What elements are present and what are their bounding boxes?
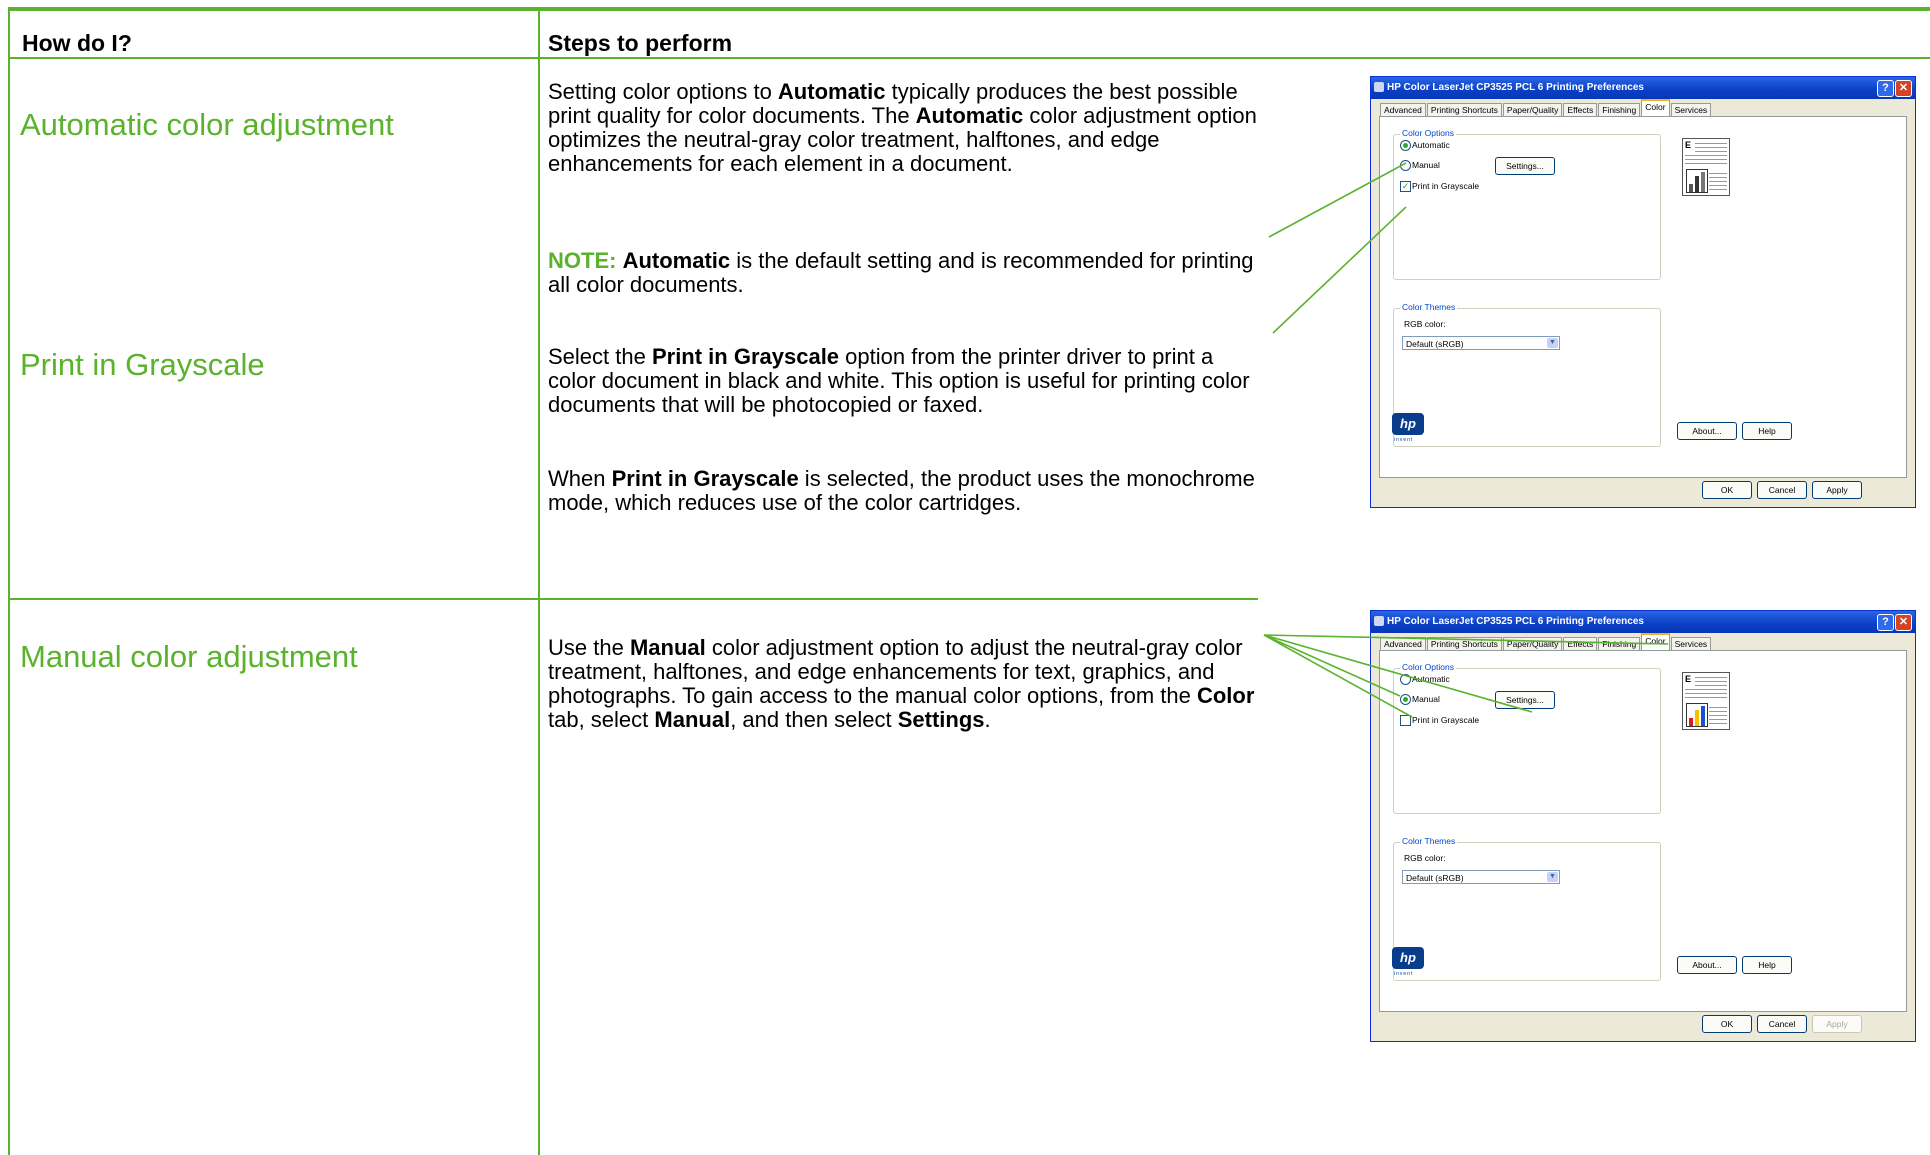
grayscale-checkbox[interactable]: ✓	[1400, 181, 1411, 192]
printing-preferences-dialog: HP Color LaserJet CP3525 PCL 6 Printing …	[1370, 76, 1916, 508]
rgb-color-value: Default (sRGB)	[1406, 873, 1464, 883]
dialog-titlebar[interactable]: HP Color LaserJet CP3525 PCL 6 Printing …	[1371, 77, 1915, 99]
close-icon[interactable]: ✕	[1895, 80, 1912, 97]
apply-button[interactable]: Apply	[1812, 481, 1862, 499]
about-button[interactable]: About...	[1677, 956, 1737, 974]
tab-color[interactable]: Color	[1641, 633, 1670, 651]
ok-button[interactable]: OK	[1702, 481, 1752, 499]
note-text: Automatic is the default setting and is …	[548, 248, 1254, 297]
automatic-note: NOTE: Automatic is the default setting a…	[548, 249, 1258, 297]
help-icon[interactable]: ?	[1877, 614, 1894, 631]
grayscale-label[interactable]: Print in Grayscale	[1412, 181, 1479, 191]
close-icon[interactable]: ✕	[1895, 614, 1912, 631]
about-button[interactable]: About...	[1677, 422, 1737, 440]
ok-button[interactable]: OK	[1702, 1015, 1752, 1033]
dialog-title: HP Color LaserJet CP3525 PCL 6 Printing …	[1387, 616, 1644, 627]
chevron-down-icon[interactable]: ▼	[1547, 872, 1558, 882]
hp-logo: hp	[1392, 413, 1424, 435]
column-header-how: How do I?	[22, 30, 132, 56]
help-icon[interactable]: ?	[1877, 80, 1894, 97]
rgb-color-label: RGB color:	[1404, 853, 1446, 863]
column-divider	[538, 7, 540, 1155]
row-divider	[8, 598, 1258, 600]
color-tab-panel: Color Options Automatic Manual Settings.…	[1379, 116, 1907, 478]
manual-label[interactable]: Manual	[1412, 160, 1440, 170]
color-tab-panel: Color Options Automatic Manual Settings.…	[1379, 650, 1907, 1012]
chevron-down-icon[interactable]: ▼	[1547, 338, 1558, 348]
tab-paper-quality[interactable]: Paper/Quality	[1502, 637, 1563, 651]
tab-effects[interactable]: Effects	[1563, 103, 1598, 117]
apply-button[interactable]: Apply	[1812, 1015, 1862, 1033]
hp-logo-tagline: invent	[1394, 437, 1414, 443]
manual-radio[interactable]	[1400, 694, 1411, 705]
color-options-group: Color Options	[1393, 128, 1661, 280]
task-automatic-color: Automatic color adjustment	[20, 107, 394, 142]
note-label: NOTE:	[548, 248, 617, 273]
tab-strip: Advanced Printing Shortcuts Paper/Quality E…	[1380, 99, 1712, 117]
manual-radio[interactable]	[1400, 160, 1411, 171]
color-options-label: Color Options	[1400, 128, 1456, 138]
tab-effects[interactable]: Effects	[1563, 637, 1598, 651]
settings-button[interactable]: Settings...	[1495, 691, 1555, 709]
tab-advanced[interactable]: Advanced	[1380, 103, 1426, 117]
color-themes-label: Color Themes	[1400, 836, 1458, 846]
rgb-color-label: RGB color:	[1404, 319, 1446, 329]
preview-letter: E	[1685, 674, 1692, 684]
automatic-radio[interactable]	[1400, 140, 1411, 151]
grayscale-label[interactable]: Print in Grayscale	[1412, 715, 1479, 725]
automatic-radio[interactable]	[1400, 674, 1411, 685]
automatic-label[interactable]: Automatic	[1412, 674, 1450, 684]
header-divider	[8, 57, 1930, 59]
preview-chart-icon	[1686, 703, 1708, 727]
grayscale-result: When Print in Grayscale is selected, the…	[548, 466, 1255, 515]
tab-services[interactable]: Services	[1670, 103, 1712, 117]
cancel-button[interactable]: Cancel	[1757, 1015, 1807, 1033]
color-options-label: Color Options	[1400, 662, 1456, 672]
printer-icon	[1374, 616, 1384, 626]
tab-printing-shortcuts[interactable]: Printing Shortcuts	[1426, 637, 1502, 651]
automatic-label[interactable]: Automatic	[1412, 140, 1450, 150]
preview-letter: E	[1685, 140, 1692, 150]
tab-finishing[interactable]: Finishing	[1598, 637, 1641, 651]
help-button[interactable]: Help	[1742, 422, 1792, 440]
tab-finishing[interactable]: Finishing	[1598, 103, 1641, 117]
task-print-grayscale: Print in Grayscale	[20, 347, 265, 382]
tab-services[interactable]: Services	[1670, 637, 1712, 651]
grayscale-checkbox[interactable]	[1400, 715, 1411, 726]
task-manual-color: Manual color adjustment	[20, 639, 358, 674]
rgb-color-value: Default (sRGB)	[1406, 339, 1464, 349]
rgb-color-select[interactable]: Default (sRGB) ▼	[1402, 336, 1560, 350]
color-options-group: Color Options	[1393, 662, 1661, 814]
color-preview: E	[1682, 138, 1730, 196]
settings-button[interactable]: Settings...	[1495, 157, 1555, 175]
table-top-border	[8, 7, 1930, 11]
automatic-description: Setting color options to Automatic typic…	[548, 79, 1257, 176]
printing-preferences-dialog: HP Color LaserJet CP3525 PCL 6 Printing …	[1370, 610, 1916, 1042]
rgb-color-select[interactable]: Default (sRGB) ▼	[1402, 870, 1560, 884]
color-themes-label: Color Themes	[1400, 302, 1458, 312]
hp-logo-tagline: invent	[1394, 971, 1414, 977]
tab-strip: Advanced Printing Shortcuts Paper/Quality E…	[1380, 633, 1712, 651]
column-header-steps: Steps to perform	[548, 30, 733, 56]
grayscale-description: Select the Print in Grayscale option fro…	[548, 344, 1250, 417]
tab-paper-quality[interactable]: Paper/Quality	[1502, 103, 1563, 117]
tab-printing-shortcuts[interactable]: Printing Shortcuts	[1426, 103, 1502, 117]
printer-icon	[1374, 82, 1384, 92]
dialog-titlebar[interactable]: HP Color LaserJet CP3525 PCL 6 Printing …	[1371, 611, 1915, 633]
tab-color[interactable]: Color	[1641, 99, 1670, 117]
manual-label[interactable]: Manual	[1412, 694, 1440, 704]
preview-chart-icon	[1686, 169, 1708, 193]
dialog-title: HP Color LaserJet CP3525 PCL 6 Printing …	[1387, 82, 1644, 93]
help-button[interactable]: Help	[1742, 956, 1792, 974]
table-left-border	[8, 7, 10, 1155]
hp-logo: hp	[1392, 947, 1424, 969]
manual-description: Use the Manual color adjustment option t…	[548, 635, 1255, 732]
tab-advanced[interactable]: Advanced	[1380, 637, 1426, 651]
color-preview: E	[1682, 672, 1730, 730]
cancel-button[interactable]: Cancel	[1757, 481, 1807, 499]
